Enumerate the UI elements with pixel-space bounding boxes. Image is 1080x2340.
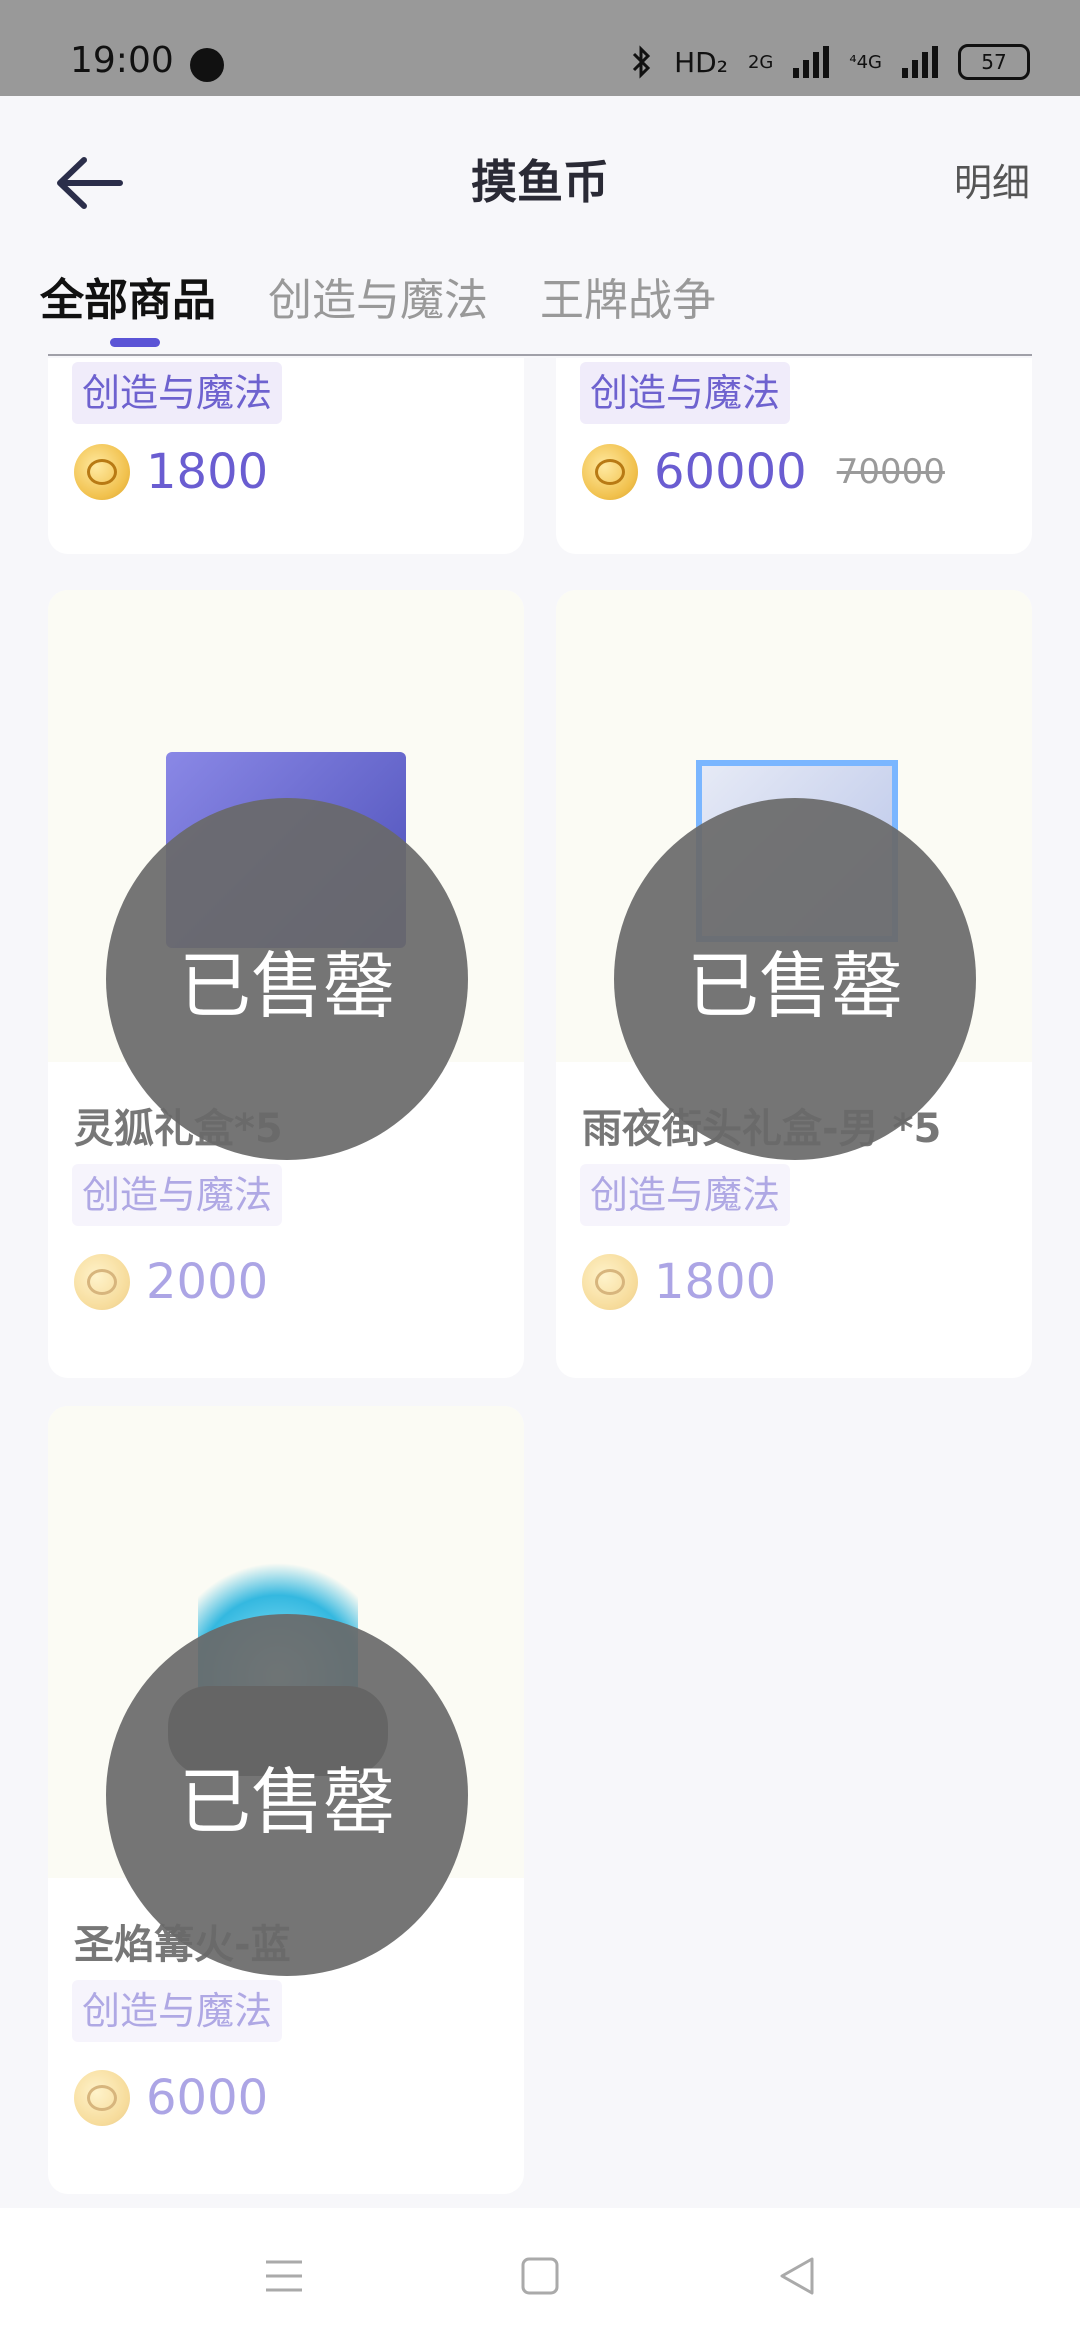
sold-out-badge: 已售罄 xyxy=(106,1614,468,1976)
product-card[interactable]: 灵狐礼盒*5 创造与魔法 2000 已售罄 xyxy=(48,590,524,1378)
tab-bar: 全部商品 创造与魔法 王牌战争 xyxy=(40,264,716,347)
price-amount: 1800 xyxy=(654,1254,777,1310)
back-triangle-icon[interactable] xyxy=(774,2254,818,2298)
net-label-4g: ⁴4G xyxy=(849,51,882,73)
category-tag: 创造与魔法 xyxy=(72,362,283,424)
status-bar: 19:00 HD₂ 2G ⁴4G 57 xyxy=(0,0,1080,96)
signal-icon xyxy=(902,46,938,78)
product-card[interactable]: 雨夜街头礼盒-男 *5 创造与魔法 1800 已售罄 xyxy=(556,590,1032,1378)
coin-icon xyxy=(74,2070,130,2126)
price-row: 1800 xyxy=(582,1254,776,1310)
globe-icon xyxy=(190,48,224,82)
bluetooth-icon xyxy=(633,45,651,79)
tab-label: 王牌战争 xyxy=(540,275,716,326)
coin-icon xyxy=(74,1254,130,1310)
status-icons: HD₂ 2G ⁴4G 57 xyxy=(630,44,1030,80)
page-title: 摸鱼币 xyxy=(471,155,609,209)
tab-divider xyxy=(48,354,1032,356)
tab-all-products[interactable]: 全部商品 xyxy=(40,264,216,347)
coin-icon xyxy=(582,1254,638,1310)
system-nav-bar xyxy=(0,2208,1080,2340)
price-row: 1800 xyxy=(74,444,268,500)
product-card[interactable]: 圣焰篝火-蓝 创造与魔法 6000 已售罄 xyxy=(48,1406,524,2194)
menu-icon[interactable] xyxy=(262,2254,306,2298)
price-amount: 1800 xyxy=(146,444,269,500)
tab-label: 创造与魔法 xyxy=(268,275,488,326)
sold-out-badge: 已售罄 xyxy=(106,798,468,1160)
status-time: 19:00 xyxy=(70,40,174,81)
original-price: 70000 xyxy=(836,452,945,492)
sold-out-badge: 已售罄 xyxy=(614,798,976,1160)
coin-icon xyxy=(74,444,130,500)
product-card[interactable]: 创造与魔法 60000 70000 xyxy=(556,358,1032,554)
detail-link[interactable]: 明细 xyxy=(954,152,1030,207)
price-amount: 6000 xyxy=(146,2070,269,2126)
price-row: 2000 xyxy=(74,1254,268,1310)
signal-icon xyxy=(793,46,830,78)
product-grid: 创造与魔法 1800 创造与魔法 60000 70000 灵狐礼盒*5 创造与魔… xyxy=(0,358,1080,2208)
tab-label: 全部商品 xyxy=(40,275,216,326)
price-row: 60000 70000 xyxy=(582,444,945,500)
tab-active-indicator xyxy=(110,338,160,347)
price-amount: 60000 xyxy=(654,444,807,500)
battery-icon: 57 xyxy=(958,44,1030,80)
tab-ace-war[interactable]: 王牌战争 xyxy=(540,264,716,328)
battery-level: 57 xyxy=(981,50,1007,74)
price-amount: 2000 xyxy=(146,1254,269,1310)
net-label-2g: 2G xyxy=(747,51,774,73)
header: 摸鱼币 明细 全部商品 创造与魔法 王牌战争 xyxy=(0,96,1080,356)
category-tag: 创造与魔法 xyxy=(72,1164,283,1226)
coin-icon xyxy=(582,444,638,500)
home-square-icon[interactable] xyxy=(518,2254,562,2298)
hd-label: HD₂ xyxy=(674,45,728,79)
tab-creation-magic[interactable]: 创造与魔法 xyxy=(268,264,488,328)
category-tag: 创造与魔法 xyxy=(72,1980,283,2042)
price-row: 6000 xyxy=(74,2070,268,2126)
category-tag: 创造与魔法 xyxy=(580,1164,791,1226)
category-tag: 创造与魔法 xyxy=(580,362,791,424)
product-card[interactable]: 创造与魔法 1800 xyxy=(48,358,524,554)
